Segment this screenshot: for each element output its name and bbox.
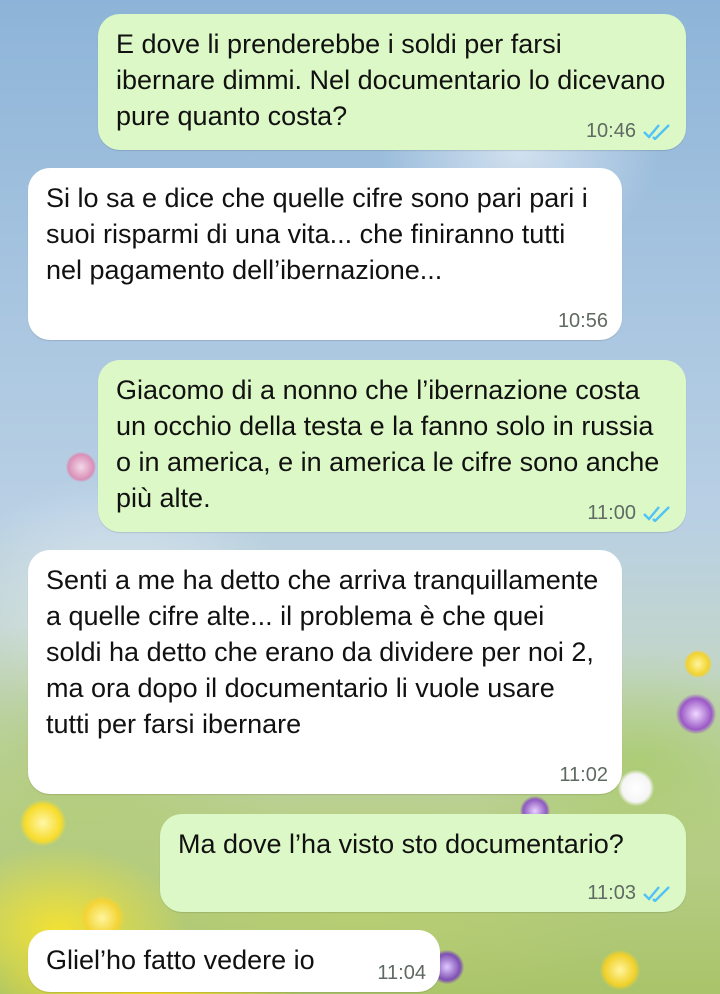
message-meta: 10:56 <box>558 310 608 332</box>
message-meta: 11:03 <box>587 882 672 904</box>
message-text: Senti a me ha detto che arriva tranquill… <box>46 565 599 739</box>
wallpaper-flower <box>66 452 96 482</box>
message-text: Ma dove l’ha visto sto documentario? <box>178 829 624 859</box>
chat-message-outgoing[interactable]: Giacomo di a nonno che l’ibernazione cos… <box>98 360 686 532</box>
message-text: E dove li prenderebbe i soldi per farsi … <box>116 29 666 131</box>
message-time: 11:04 <box>377 962 426 984</box>
wallpaper-flower <box>676 694 716 734</box>
wallpaper-flower <box>618 770 654 806</box>
chat-message-incoming[interactable]: Si lo sa e dice che quelle cifre sono pa… <box>28 168 622 340</box>
wallpaper-flower <box>600 950 640 990</box>
wallpaper-flower <box>684 650 712 678</box>
double-check-icon <box>643 124 670 140</box>
double-check-icon <box>643 506 670 522</box>
message-time: 11:03 <box>587 882 636 904</box>
message-time: 11:00 <box>587 502 636 524</box>
message-text: Giacomo di a nonno che l’ibernazione cos… <box>116 375 660 513</box>
chat-message-incoming[interactable]: Gliel’ho fatto vedere io 11:04 <box>28 930 440 992</box>
wallpaper-flower <box>20 800 66 846</box>
message-meta: 11:04 <box>377 962 426 984</box>
chat-message-incoming[interactable]: Senti a me ha detto che arriva tranquill… <box>28 550 622 794</box>
message-time: 10:56 <box>557 310 608 332</box>
message-meta: 11:00 <box>587 502 672 524</box>
message-time: 11:02 <box>559 764 608 786</box>
message-meta: 11:02 <box>559 764 608 786</box>
chat-message-outgoing[interactable]: E dove li prenderebbe i soldi per farsi … <box>98 14 686 150</box>
message-time: 10:46 <box>585 120 636 142</box>
message-text: Gliel’ho fatto vedere io <box>46 945 315 975</box>
chat-message-outgoing[interactable]: Ma dove l’ha visto sto documentario? 11:… <box>160 814 686 912</box>
double-check-icon <box>643 886 670 902</box>
message-meta: 10:46 <box>586 120 672 142</box>
message-text: Si lo sa e dice che quelle cifre sono pa… <box>46 183 588 285</box>
